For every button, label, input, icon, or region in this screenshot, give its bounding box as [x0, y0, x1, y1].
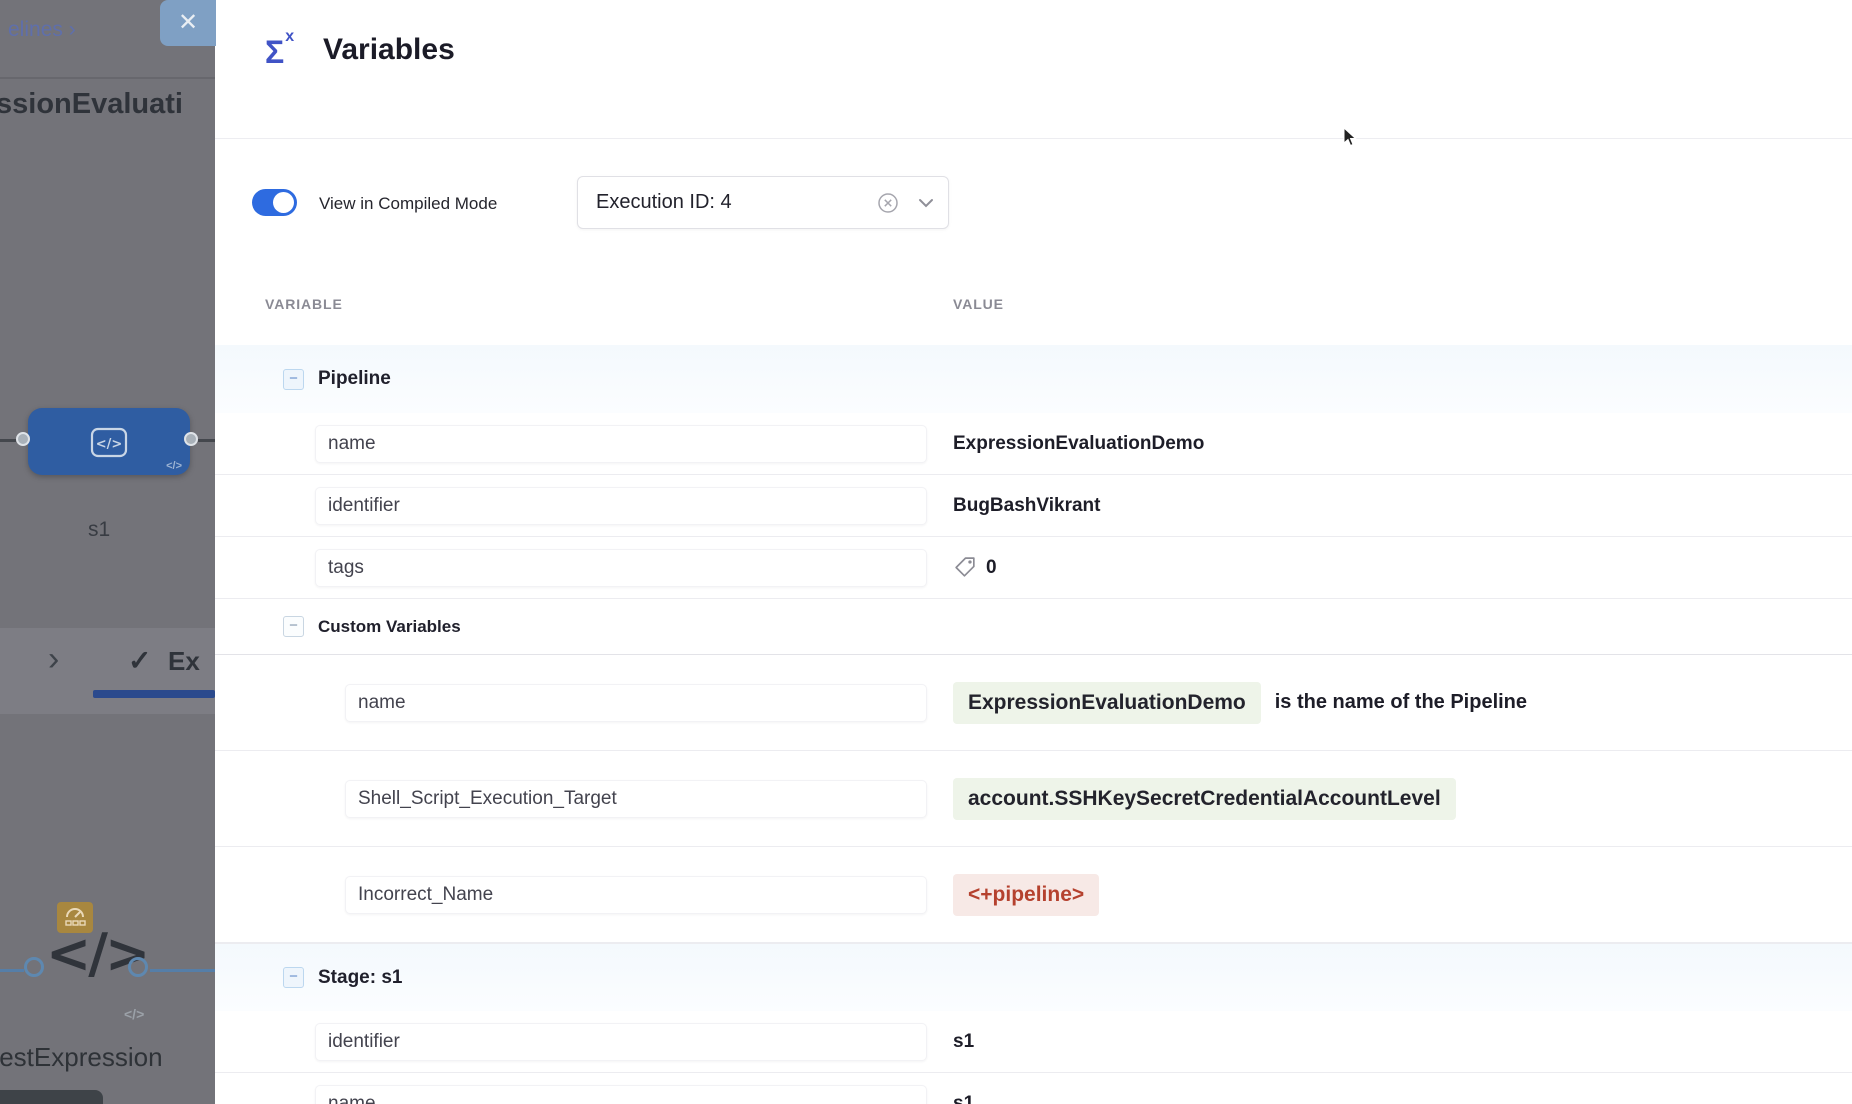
variable-name-cell: name — [345, 684, 927, 722]
collapse-icon[interactable]: − — [283, 616, 304, 637]
step-connector-line-right — [150, 969, 215, 972]
drawer-title: Variables — [323, 33, 455, 67]
collapse-icon[interactable]: − — [283, 369, 304, 390]
stage-node-label: s1 — [88, 518, 110, 542]
variable-name-cell: name — [315, 425, 927, 463]
execution-id-select[interactable]: Execution ID: 4 — [577, 176, 949, 229]
variable-name-cell: identifier — [315, 487, 927, 525]
variable-value-cell: 0 — [953, 555, 997, 580]
section-header-pipeline[interactable]: −Pipeline — [215, 345, 1852, 413]
pipeline-canvas-background: elines › ssionEvaluati </> </> s1 › ✓ Ex — [0, 0, 215, 1104]
tag-icon — [953, 555, 978, 580]
variable-name-cell: name — [315, 1085, 927, 1104]
mouse-cursor — [1343, 128, 1359, 148]
value-chip: account.SSHKeySecretCredentialAccountLev… — [953, 778, 1456, 820]
step-label: testExpression — [0, 1042, 163, 1073]
variable-row-name: name ExpressionEvaluationDemo — [215, 413, 1852, 475]
close-icon: ✕ — [178, 9, 198, 36]
variable-row-identifier: identifier BugBashVikrant — [215, 475, 1852, 537]
node-port-left — [16, 432, 30, 446]
expand-chevron-icon: › — [48, 640, 59, 679]
sigma-variables-icon: Σx — [265, 36, 293, 68]
value-text: 0 — [986, 557, 997, 579]
value-text: s1 — [953, 1031, 974, 1053]
step-port-right — [128, 957, 148, 977]
value-text: BugBashVikrant — [953, 495, 1100, 517]
active-tab-underline — [93, 690, 215, 698]
variable-row-name: name s1 — [215, 1073, 1852, 1104]
step-port-left — [24, 957, 44, 977]
compiled-mode-label: View in Compiled Mode — [319, 194, 497, 214]
variable-value-cell: account.SSHKeySecretCredentialAccountLev… — [953, 778, 1456, 820]
step-connector-line-left — [0, 969, 24, 972]
execution-id-value: Execution ID: 4 — [596, 191, 876, 214]
variable-value-cell: ExpressionEvaluationDemo — [953, 433, 1204, 455]
value-chip: <+pipeline> — [953, 874, 1099, 916]
chevron-down-icon[interactable] — [918, 198, 934, 208]
column-header-value: VALUE — [953, 296, 1004, 312]
stage-node-s1: </> </> — [28, 408, 190, 475]
value-chip: ExpressionEvaluationDemo — [953, 682, 1261, 724]
value-suffix-text: is the name of the Pipeline — [1275, 691, 1527, 714]
variable-value-cell: s1 — [953, 1093, 974, 1104]
breadcrumb: elines › — [8, 18, 76, 42]
node-port-right — [184, 432, 198, 446]
column-header-variable: VARIABLE — [265, 296, 343, 312]
section-title: Custom Variables — [318, 617, 461, 637]
canvas-corner-control — [0, 1090, 103, 1104]
section-header-stage-s1[interactable]: −Stage: s1 — [215, 943, 1852, 1011]
node-connector-line-right — [198, 439, 215, 442]
step-type-code-icon: </> — [124, 1006, 144, 1022]
value-text: s1 — [953, 1093, 974, 1104]
section-title: Pipeline — [318, 368, 391, 390]
variable-name-cell: tags — [315, 549, 927, 587]
variables-table: −PipelinenameExpressionEvaluationDemoide… — [215, 345, 1852, 1104]
custom-stage-icon: </> — [87, 420, 131, 464]
variable-row-incorrect-name: Incorrect_Name <+pipeline> — [215, 847, 1852, 943]
variable-row-identifier: identifier s1 — [215, 1011, 1852, 1073]
variable-value-cell: BugBashVikrant — [953, 495, 1100, 517]
variable-row-shell-script-execution-target: Shell_Script_Execution_Target account.SSH… — [215, 751, 1852, 847]
variable-value-cell: ExpressionEvaluationDemo is the name of t… — [953, 682, 1527, 724]
variables-drawer: Σx Variables View in Compiled Mode Execu… — [215, 0, 1852, 1104]
compiled-mode-toggle[interactable] — [252, 189, 297, 216]
node-connector-line-left — [0, 439, 16, 442]
variable-name-cell: Incorrect_Name — [345, 876, 927, 914]
screenshot-root: elines › ssionEvaluati </> </> s1 › ✓ Ex — [0, 0, 1852, 1104]
variable-name-cell: identifier — [315, 1023, 927, 1061]
clear-selection-icon[interactable] — [876, 191, 900, 215]
execution-tab-label-partial: Ex — [168, 646, 200, 677]
section-title: Stage: s1 — [318, 967, 402, 989]
toggle-knob — [273, 192, 294, 213]
variable-row-tags: tags 0 — [215, 537, 1852, 599]
close-drawer-button[interactable]: ✕ — [160, 0, 216, 46]
node-type-code-icon: </> — [166, 460, 182, 472]
success-check-icon: ✓ — [128, 644, 151, 677]
svg-text:</>: </> — [96, 437, 123, 452]
section-header-custom-variables[interactable]: −Custom Variables — [215, 599, 1852, 655]
pipeline-title-partial: ssionEvaluati — [0, 88, 183, 121]
variable-name-cell: Shell_Script_Execution_Target — [345, 780, 927, 818]
header-divider — [215, 138, 1852, 139]
variable-value-cell: s1 — [953, 1031, 974, 1053]
collapse-icon[interactable]: − — [283, 967, 304, 988]
variable-row-name: name ExpressionEvaluationDemo is the name … — [215, 655, 1852, 751]
variable-value-cell: <+pipeline> — [953, 874, 1099, 916]
value-text: ExpressionEvaluationDemo — [953, 433, 1204, 455]
toolbar-divider — [0, 77, 215, 79]
